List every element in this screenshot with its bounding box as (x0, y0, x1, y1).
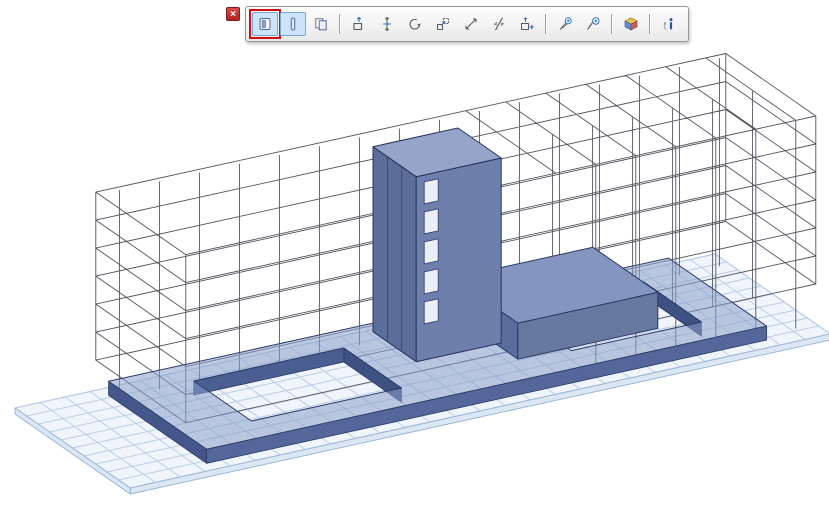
zoomarea-icon (585, 16, 601, 32)
tower-window (424, 269, 438, 294)
column-icon (285, 16, 301, 32)
zoom-area-tool-button[interactable] (580, 12, 606, 36)
drag-copy-tool-button[interactable] (514, 12, 540, 36)
toolbar-separator (611, 14, 613, 34)
tower-window (424, 209, 438, 234)
element-info-button[interactable] (656, 12, 682, 36)
render-icon (623, 16, 639, 32)
drag-icon (351, 16, 367, 32)
tower-window (424, 299, 438, 324)
floating-toolbar: × (226, 6, 689, 42)
zoomin-icon (557, 16, 573, 32)
viewport-canvas[interactable] (0, 0, 829, 519)
toolbar-panel (245, 6, 689, 42)
tower-window (424, 179, 438, 204)
dragcopy-icon (519, 16, 535, 32)
mirror-tool-button[interactable] (486, 12, 512, 36)
toolbar-close-button[interactable]: × (226, 7, 240, 21)
info-icon (661, 16, 677, 32)
core-tower-left-face (373, 147, 416, 362)
toolbar-separator (339, 14, 341, 34)
split-icon (463, 16, 479, 32)
rendering-tool-button[interactable] (618, 12, 644, 36)
split-tool-button[interactable] (458, 12, 484, 36)
door-tool-button[interactable] (252, 12, 278, 36)
zoom-in-tool-button[interactable] (552, 12, 578, 36)
toolbar-separator (545, 14, 547, 34)
copy-icon (313, 16, 329, 32)
door-icon (257, 16, 273, 32)
mirror-icon (491, 16, 507, 32)
multiply-tool-button[interactable] (430, 12, 456, 36)
tower-window (424, 239, 438, 264)
rotate-tool-button[interactable] (402, 12, 428, 36)
drag-tool-button[interactable] (346, 12, 372, 36)
toolbar-separator (649, 14, 651, 34)
elevate-tool-button[interactable] (374, 12, 400, 36)
copy-parameters-button[interactable] (308, 12, 334, 36)
rotate-icon (407, 16, 423, 32)
toolbar-buttons (251, 12, 683, 36)
elevate-icon (379, 16, 395, 32)
multiply-icon (435, 16, 451, 32)
column-tool-button[interactable] (280, 12, 306, 36)
